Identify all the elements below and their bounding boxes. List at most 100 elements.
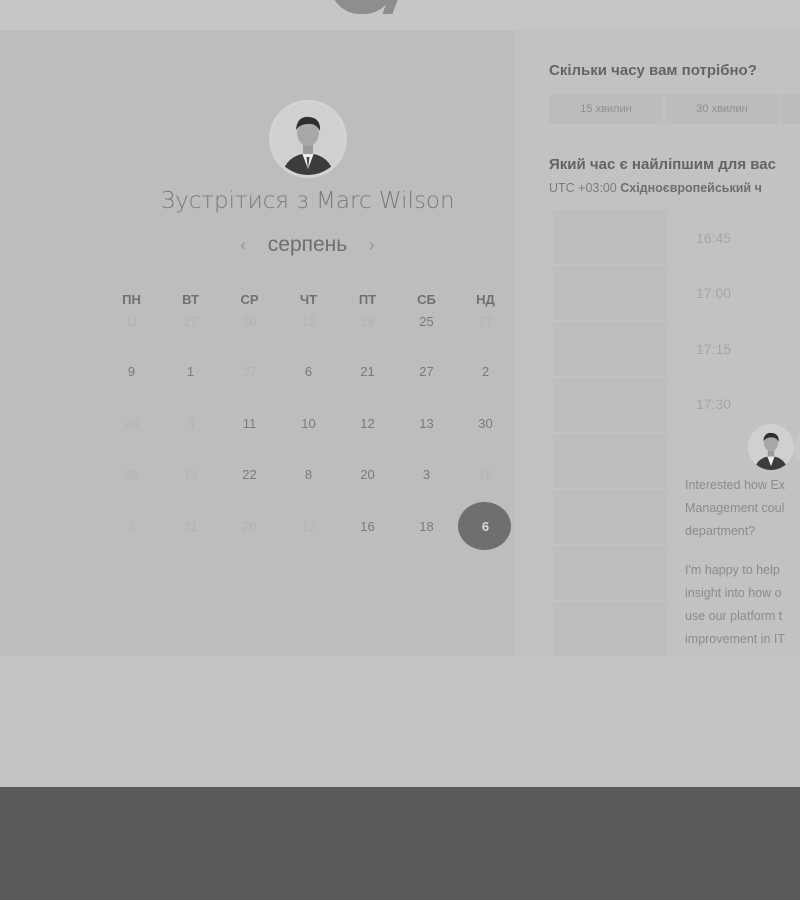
calendar-day[interactable]: 30 (456, 398, 515, 450)
calendar-week-row: 9 1 27 6 21 27 2 (102, 346, 516, 398)
calendar-week-row: 11 27 30 12 29 25 27 (102, 296, 516, 346)
duration-option-30[interactable]: 30 хвилин (665, 94, 779, 124)
calendar-day-number: 27 (478, 314, 493, 330)
calendar-day[interactable]: 18 (397, 501, 456, 553)
duration-option-15[interactable]: 15 хвилин (549, 94, 663, 124)
calendar-day[interactable]: 16 (338, 501, 397, 553)
calendar-day-number: 12 (360, 415, 375, 431)
calendar-day-number: 9 (127, 364, 136, 380)
calendar-day: 12 (279, 296, 338, 348)
calendar-grid: 11 27 30 12 29 25 27 9 1 27 6 21 27 2 2 6 3 11 10 12 13 30 22 1… (102, 296, 516, 552)
calendar-day-number: 22 (124, 467, 139, 483)
calendar-day-number: 12 (301, 518, 316, 534)
calendar-week-row: 3 31 20 12 16 18 6 (102, 501, 516, 553)
calendar-day: 27 (161, 296, 220, 348)
slot-placeholder (553, 210, 667, 264)
calendar-day-number: 6 (481, 518, 490, 534)
calendar-day-number: 16 (478, 467, 493, 483)
calendar-day-number: 13 (419, 415, 434, 431)
calendar-day-number: 27 (183, 314, 198, 330)
calendar-day-number: 30 (478, 415, 493, 431)
calendar-day[interactable]: 12 (338, 398, 397, 450)
calendar-day[interactable]: 22 (220, 449, 279, 501)
time-slot[interactable]: 17:30 (672, 377, 800, 433)
calendar-day[interactable]: 8 (279, 449, 338, 501)
calendar-day: 29 (338, 296, 397, 348)
calendar-day-number: 25 (419, 314, 434, 330)
calendar-day[interactable]: 20 (338, 449, 397, 501)
calendar-day[interactable]: 9 (102, 346, 161, 398)
calendar-day-number: 31 (183, 518, 198, 534)
calendar-day: 3 (102, 501, 161, 553)
calendar-day[interactable]: 27 (397, 346, 456, 398)
timezone-name: Східноєвропейський ч (620, 181, 762, 195)
slot-placeholder (553, 490, 667, 544)
slot-placeholder (553, 602, 667, 656)
slot-placeholder (553, 434, 667, 488)
host-description: Interested how Ex Management coul depart… (685, 478, 786, 538)
slot-placeholder (553, 546, 667, 600)
calendar-day-number: 8 (304, 467, 313, 483)
calendar-day-number: 12 (301, 314, 316, 330)
calendar-day[interactable]: 3 (397, 449, 456, 501)
calendar-day[interactable]: 2 (456, 346, 515, 398)
header-bar (0, 0, 800, 30)
calendar-day: 20 (220, 501, 279, 553)
host-avatar (269, 100, 347, 178)
calendar-day-number: 3 (186, 415, 195, 431)
calendar-day: 22 (102, 449, 161, 501)
time-slot[interactable]: 16:45 (672, 210, 800, 266)
slot-placeholder (553, 378, 667, 432)
calendar-week-row: 22 14 22 8 20 3 16 (102, 449, 516, 501)
calendar-day[interactable]: 1 (161, 346, 220, 398)
calendar-day[interactable]: 6 (279, 346, 338, 398)
slot-placeholder (553, 322, 667, 376)
calendar-day-number: 3 (127, 518, 136, 534)
duration-option-more[interactable] (781, 94, 800, 124)
calendar-day[interactable]: 11 (220, 398, 279, 450)
footer-overlay (0, 787, 800, 900)
time-question: Який час є найліпшим для вас (549, 156, 776, 173)
calendar-day-number: 30 (242, 314, 257, 330)
calendar-day-number: 14 (183, 467, 198, 483)
duration-question: Скільки часу вам потрібно? (549, 62, 757, 79)
slot-column (553, 210, 667, 658)
time-slot-list: 16:45 17:00 17:15 17:30 (672, 210, 800, 432)
meeting-title: Зустрітися з Marc Wilson (160, 188, 455, 214)
calendar-day-number: 21 (360, 364, 375, 380)
calendar-day-number: 10 (301, 415, 316, 431)
calendar-day: 14 (161, 449, 220, 501)
calendar-day[interactable]: 25 (397, 296, 456, 348)
calendar-day-selected[interactable]: 6 (456, 501, 515, 553)
secondary-avatar (794, 428, 800, 468)
calendar-day-number: 6 (304, 364, 313, 380)
calendar-day-number: 27 (242, 364, 257, 380)
calendar-day-number: 1 (186, 364, 195, 380)
calendar-day-number: 2 (481, 364, 490, 380)
calendar-day-number: 3 (422, 467, 431, 483)
calendar-day[interactable]: 13 (397, 398, 456, 450)
month-navigation: ‹ серпень › (0, 233, 615, 257)
person-icon (272, 103, 344, 175)
calendar-day-number: 11 (124, 314, 139, 330)
calendar-day: 3 (161, 398, 220, 450)
calendar-day: 16 (456, 449, 515, 501)
calendar-day: 11 (102, 296, 161, 348)
chevron-right-icon[interactable]: › (360, 235, 384, 256)
calendar-day-number: 27 (419, 364, 434, 380)
calendar-day: 31 (161, 501, 220, 553)
time-slot[interactable]: 17:15 (672, 321, 800, 377)
calendar-day-number: 22 (242, 467, 257, 483)
month-label: серпень (267, 233, 348, 256)
calendar-day: 27 (456, 296, 515, 348)
calendar-day[interactable]: 10 (279, 398, 338, 450)
timezone-label[interactable]: UTC +03:00 Східноєвропейський ч (549, 181, 762, 195)
time-slot[interactable]: 17:00 (672, 266, 800, 322)
calendar-day[interactable]: 21 (338, 346, 397, 398)
chevron-left-icon[interactable]: ‹ (231, 235, 255, 256)
slot-placeholder (553, 266, 667, 320)
calendar-day-number: 11 (242, 415, 257, 431)
calendar-day: 27 (220, 346, 279, 398)
timezone-offset: UTC +03:00 (549, 181, 617, 195)
person-icon (748, 424, 794, 470)
